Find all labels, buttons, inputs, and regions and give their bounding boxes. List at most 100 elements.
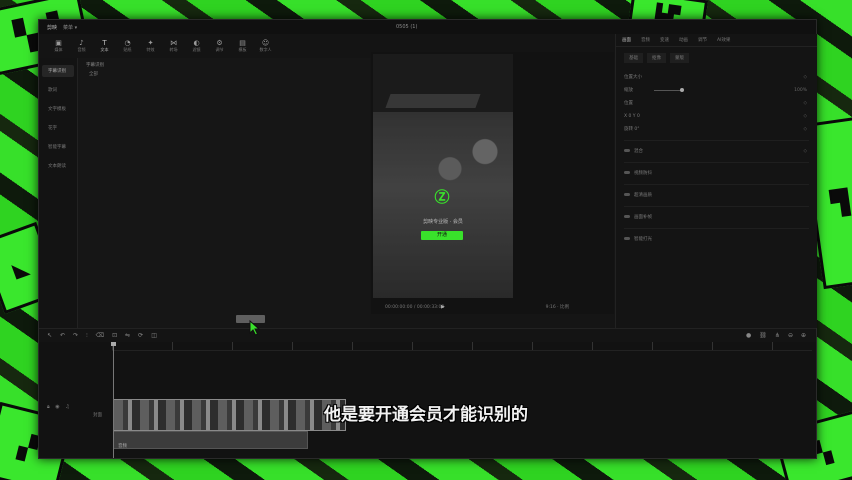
subtab-basic[interactable]: 基础 [624,53,643,63]
zoom-in-icon[interactable]: ⊕ [801,332,806,339]
select-icon[interactable]: ↖ [47,332,52,339]
tool-effect[interactable]: ✦ 特效 [139,34,162,58]
capcut-logo-icon: Ⓩ [434,188,450,206]
tool-text[interactable]: T 文本 [93,34,116,58]
freeze-icon[interactable]: ◫ [151,332,157,339]
keyframe-icon[interactable]: ◇ [804,123,807,136]
effect-icon: ✦ [147,39,154,47]
ratio-button[interactable]: 9:16 · 比例 [546,304,569,310]
tab-ai-effects[interactable]: AI效果 [717,37,730,43]
prop-label: 混合 [634,149,643,154]
tab-picture[interactable]: 画面 [622,37,631,43]
property-subtabs: 基础 抠像 蒙版 [624,53,817,63]
app-logo: 剪映 [47,24,58,31]
tool-transition[interactable]: ⋈ 转场 [162,34,185,58]
text-side-nav: 字幕识别 歌词 文字模板 花字 智能字幕 文本朗读 [39,58,78,328]
scale-value[interactable]: 100% [794,84,807,97]
prop-label: 画面补帧 [634,215,652,220]
timeline-right-tools: ● ⛓ ⋔ ⊖ ⊕ [738,332,806,339]
divider [624,228,809,229]
vip-open-button[interactable]: 开通 [421,231,463,240]
subtab-cutout[interactable]: 抠像 [647,53,666,63]
text-icon: T [102,39,107,47]
timecode: 00:00:00:00 / 00:00:33:08 [385,305,445,310]
dim-overlay [373,54,513,298]
tool-sticker[interactable]: ◔ 贴纸 [116,34,139,58]
prop-row: 智能打光 [624,233,817,246]
toggle-switch[interactable] [624,149,630,152]
scale-slider[interactable] [654,88,684,92]
toggle-switch[interactable] [624,171,630,174]
zoom-out-icon[interactable]: ⊖ [788,332,793,339]
tab-adjust[interactable]: 调节 [698,37,707,43]
prop-row: 画面补帧 [624,211,817,224]
play-button[interactable]: ▶ [441,304,445,310]
vip-message: 剪映专业版 · 会员 [423,219,463,225]
subtab-mask[interactable]: 蒙版 [670,53,689,63]
prop-label: 位置大小 [624,75,642,80]
mic-icon[interactable]: ● [746,332,751,339]
nav-item-lyrics[interactable]: 歌词 [42,84,74,96]
video-subtitle: 他是要开通会员才能识别的 [324,405,528,425]
keyframe-icon[interactable]: ◇ [804,97,807,110]
project-name: 0505 (1) [396,24,418,30]
prop-label: 旋转 0° [624,127,640,132]
snap-icon[interactable]: ⋔ [775,332,780,339]
editor-window: 剪映 菜单 ▾ 0505 (1) ▣ 媒体 ♪ 音频 T 文本 ◔ 贴纸 ✦ 特效 ⋈ 转场… [38,19,817,459]
tab-speed[interactable]: 变速 [660,37,669,43]
delete-icon[interactable]: ⌫ [96,332,104,339]
prop-row: X 0 Y 0 ◇ [624,110,817,123]
tool-media[interactable]: ▣ 媒体 [47,34,70,58]
nav-item-text-to-speech[interactable]: 文本朗读 [42,160,74,172]
tool-adjust[interactable]: ⚙ 调节 [208,34,231,58]
divider [624,140,809,141]
main-menu[interactable]: 菜单 ▾ [63,24,77,31]
media-panel: 字幕识别 全部 [78,58,370,328]
undo-icon[interactable]: ↶ [60,332,65,339]
redo-icon[interactable]: ↷ [73,332,78,339]
panel-title: 字幕识别 [86,63,104,68]
keyframe-icon[interactable]: ◇ [804,145,807,158]
nav-item-subtitle-recognition[interactable]: 字幕识别 [42,65,74,77]
filter-dropdown[interactable]: 全部 [89,71,370,77]
property-tabs: 画面 音频 变速 动画 调节 AI效果 [616,34,817,47]
prop-row: 位置大小 ◇ [624,71,817,84]
slider-handle[interactable] [680,88,684,92]
tab-audio[interactable]: 音频 [641,37,650,43]
nav-item-fancy-text[interactable]: 花字 [42,122,74,134]
nav-item-text-template[interactable]: 文字模板 [42,103,74,115]
time-ruler[interactable] [112,342,812,351]
nav-item-smart-subtitle[interactable]: 智能字幕 [42,141,74,153]
prop-row: 超清画质 [624,189,817,202]
crop-icon[interactable]: ⊡ [112,332,117,339]
preview-panel: Ⓩ 剪映专业版 · 会员 开通 00:00:00:00 / 00:00:33:0… [371,52,614,314]
prop-label: 智能打光 [634,237,652,242]
avatar-icon: ☺ [261,39,270,47]
audio-clip[interactable]: 音频 [113,431,308,449]
toggle-switch[interactable] [624,215,630,218]
mirror-icon[interactable]: ⇋ [125,332,130,339]
keyframe-icon[interactable]: ◇ [804,110,807,123]
rotate-icon[interactable]: ⟳ [138,332,143,339]
toggle-switch[interactable] [624,237,630,240]
tool-template[interactable]: ▤ 模板 [231,34,254,58]
properties-panel: 画面 音频 变速 动画 调节 AI效果 基础 抠像 蒙版 位置大小 ◇ 缩放 100… [615,34,817,328]
split-icon[interactable]: ⫶ [86,332,88,340]
prop-row-scale: 缩放 100% [624,84,817,97]
template-icon: ▤ [239,39,246,47]
divider [624,206,809,207]
toggle-switch[interactable] [624,193,630,196]
divider [624,162,809,163]
link-icon[interactable]: ⛓ [759,332,767,339]
tool-filter[interactable]: ◐ 滤镜 [185,34,208,58]
adjust-icon: ⚙ [216,39,223,47]
tool-avatar[interactable]: ☺ 数字人 [254,34,277,58]
keyframe-icon[interactable]: ◇ [804,71,807,84]
prop-label: 超清画质 [634,193,652,198]
prop-row: 混合 ◇ [624,145,817,158]
clip-label: 音频 [118,444,127,449]
prop-label: 缩放 [624,88,633,93]
tab-animation[interactable]: 动画 [679,37,688,43]
tool-audio[interactable]: ♪ 音频 [70,34,93,58]
title-bar: 剪映 菜单 ▾ 0505 (1) [39,20,816,34]
